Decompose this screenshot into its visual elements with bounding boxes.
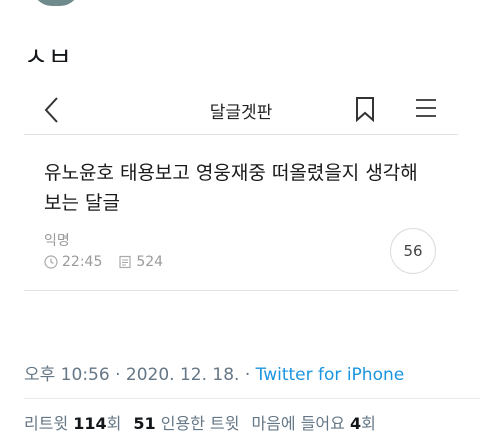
embedded-screenshot-card[interactable]: 달글겟판 유노윤호 태용보고 영웅재중 떠올렸을지 생각해보는 달글 익명 22… xyxy=(24,82,458,292)
likes-stat[interactable]: 마음에 들어요 4회 xyxy=(251,414,375,433)
likes-label: 마음에 들어요 xyxy=(251,414,345,433)
post-author: 익명 xyxy=(44,233,70,249)
tweet-text: ㅅㅂ xyxy=(24,43,72,62)
tweet-timestamp: 오후 10:56 · 2020. 12. 18. · Twitter for i… xyxy=(24,365,405,385)
card-header: 달글겟판 xyxy=(24,82,458,135)
post-title[interactable]: 유노윤호 태용보고 영웅재중 떠올렸을지 생각해보는 달글 xyxy=(44,158,434,218)
retweets-count: 114 xyxy=(73,414,107,433)
menu-icon[interactable] xyxy=(414,96,438,120)
avatar[interactable] xyxy=(32,0,80,6)
card-divider xyxy=(24,290,458,291)
comment-count-badge[interactable]: 56 xyxy=(390,228,436,274)
stats-divider xyxy=(24,398,480,399)
timestamp-text[interactable]: 오후 10:56 · 2020. 12. 18. xyxy=(24,365,239,385)
post-meta: 22:45 524 xyxy=(44,254,163,270)
source-link[interactable]: Twitter for iPhone xyxy=(256,365,405,385)
likes-unit: 회 xyxy=(361,414,376,433)
post-time: 22:45 xyxy=(62,254,103,270)
likes-count: 4 xyxy=(349,414,362,433)
views-icon xyxy=(119,255,131,269)
retweets-unit: 회 xyxy=(106,414,122,433)
post-views: 524 xyxy=(136,254,164,270)
retweets-stat[interactable]: 리트윗 114회 xyxy=(24,414,121,433)
quotes-label: 인용한 트윗 xyxy=(160,414,240,433)
bookmark-icon[interactable] xyxy=(354,96,376,122)
clock-icon xyxy=(44,255,58,269)
quotes-count: 51 xyxy=(133,414,156,433)
retweets-label: 리트윗 xyxy=(24,414,69,433)
tweet-stats: 리트윗 114회 51 인용한 트윗 마음에 들어요 4회 xyxy=(24,410,376,434)
board-title: 달글겟판 xyxy=(209,103,273,123)
quotes-stat[interactable]: 51 인용한 트윗 xyxy=(133,414,239,433)
